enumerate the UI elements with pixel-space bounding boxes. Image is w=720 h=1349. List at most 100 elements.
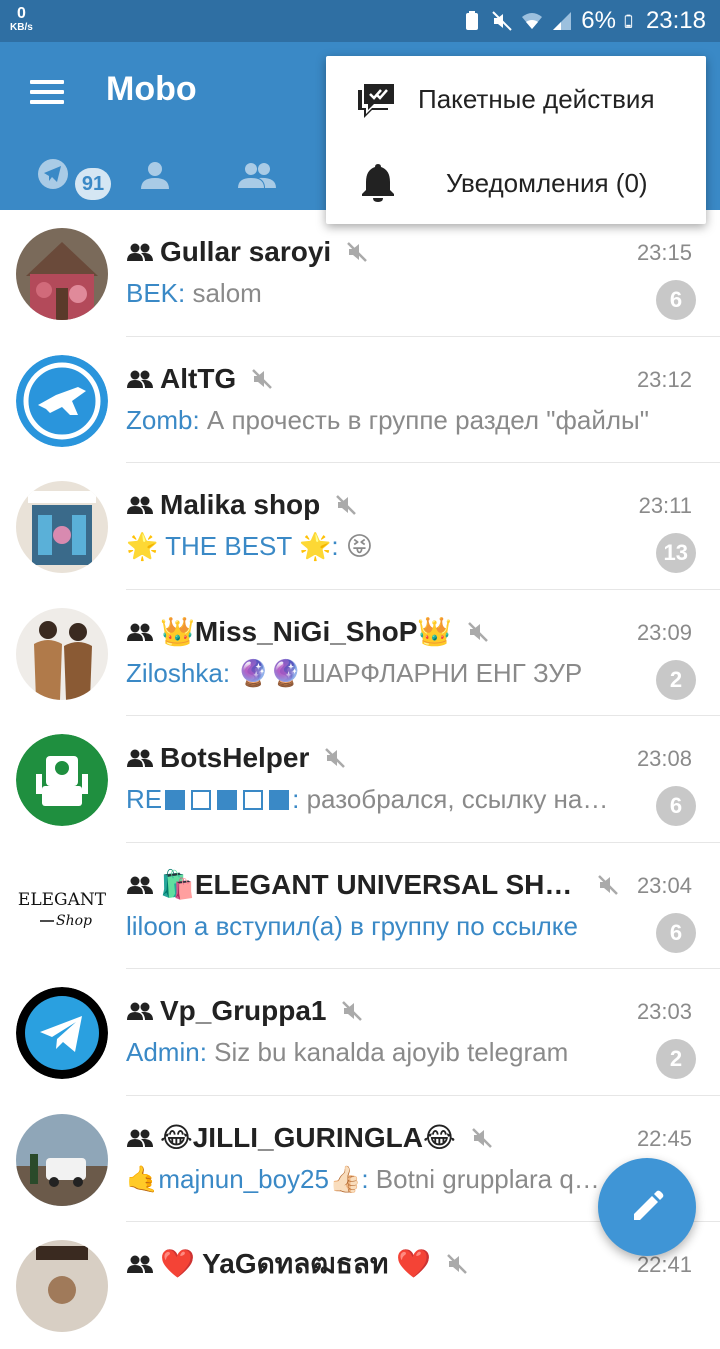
- tab-groups[interactable]: [212, 140, 302, 210]
- avatar: [16, 354, 108, 447]
- mute-icon: [325, 748, 346, 768]
- chat-name: 😂JILLI_GURINGLA😂: [160, 1122, 456, 1153]
- status-bar: 0 KB/s 6% 23:18: [0, 0, 720, 42]
- message-sender: Admin:: [126, 1037, 207, 1067]
- chat-preview: liloon а вступил(а) в группу по ссылке: [126, 911, 620, 949]
- message-text: Botni grupplara qo'shing: [375, 1163, 610, 1194]
- network-speed-value: 0: [16, 5, 26, 22]
- unread-count: 2: [656, 659, 696, 700]
- chat-row[interactable]: ELEGANT Shop 🛍️ELEGANT UNIVERSAL SHOP 23:…: [0, 843, 720, 969]
- chat-row[interactable]: Vp_Gruppa1 23:03 Admin: Siz bu kanalda a…: [0, 969, 720, 1096]
- unread-count: 6: [656, 912, 696, 953]
- chat-preview: RE: разобрался, ссылку нашёл: [126, 784, 620, 822]
- svg-text:Shop: Shop: [56, 913, 92, 929]
- chat-row[interactable]: Malika shop 23:11 🌟 THE BEST 🌟: 😝 13: [0, 463, 720, 590]
- chat-preview: Ziloshka: 🔮🔮ШАРФЛАРНИ ЕНГ ЗУР: [126, 658, 620, 696]
- avatar: [16, 987, 108, 1079]
- mute-icon: [468, 621, 489, 642]
- compose-button[interactable]: [598, 1158, 696, 1256]
- chat-name: BotsHelper: [160, 742, 310, 773]
- wifi-icon: [522, 13, 543, 29]
- mute-icon: [342, 1001, 363, 1021]
- message-sender: BEK:: [126, 278, 186, 308]
- tab-all-badge: 91: [75, 168, 111, 200]
- menu-icon[interactable]: [30, 80, 64, 104]
- chat-name: Gullar saroyi: [160, 236, 332, 267]
- mute-status-icon: [492, 11, 512, 31]
- network-speed: 0 KB/s: [10, 6, 33, 34]
- service-message: liloon а вступил(а) в группу по ссылке: [126, 910, 578, 941]
- menu-item-batch-actions[interactable]: Пакетные действия: [326, 56, 706, 140]
- message-sender: 🤙majnun_boy25👍🏻:: [126, 1163, 369, 1194]
- message-sender: Zomb:: [126, 404, 200, 435]
- chat-bubble-icon: [38, 159, 68, 189]
- chat-row[interactable]: Gullar saroyi 23:15 BEK: salom 6: [0, 210, 720, 337]
- batch-actions-icon: [358, 84, 394, 118]
- app-title: Mobo: [106, 70, 197, 108]
- unread-count: 13: [655, 533, 696, 573]
- mute-icon: [471, 1127, 492, 1148]
- network-speed-unit: KB/s: [10, 22, 33, 33]
- message-text: Siz bu kanalda ajoyib telegram: [206, 1037, 569, 1067]
- group-chat-icon: [127, 623, 153, 641]
- pencil-icon: [634, 1190, 664, 1220]
- chat-preview: BEK: salom: [126, 278, 620, 316]
- message-sender-prefix: RE: [126, 784, 163, 814]
- group-chat-icon: [127, 1002, 153, 1020]
- tab-all-chats[interactable]: 91: [8, 140, 111, 210]
- chat-time: 23:12: [636, 366, 692, 392]
- avatar: ELEGANT Shop: [16, 860, 108, 953]
- avatar: [16, 481, 108, 573]
- unread-count: 6: [656, 280, 696, 320]
- chat-name: AltTG: [160, 362, 237, 394]
- chat-preview: Admin: Siz bu kanalda ajoyib telegram: [126, 1037, 620, 1075]
- chat-time: 23:03: [636, 999, 692, 1024]
- square-glyph-icon: [243, 790, 264, 810]
- group-chat-icon: [127, 1129, 153, 1147]
- chat-preview: 🌟 THE BEST 🌟: 😝: [126, 531, 620, 569]
- menu-item-label: Пакетные действия: [418, 84, 655, 114]
- chat-time: 23:15: [636, 240, 692, 265]
- chat-name: 🛍️ELEGANT UNIVERSAL SHOP: [160, 869, 582, 900]
- square-glyph-icon: [165, 790, 186, 810]
- unread-count: 6: [656, 786, 696, 826]
- group-chat-icon: [127, 370, 153, 388]
- mute-icon: [336, 495, 357, 515]
- group-chat-icon: [127, 876, 153, 894]
- tab-contacts[interactable]: [110, 140, 200, 210]
- battery-percent: 6%: [581, 7, 616, 34]
- group-chat-icon: [127, 243, 153, 261]
- avatar: [16, 1240, 108, 1332]
- group-icon: [238, 163, 276, 188]
- chat-name: Malika shop: [160, 489, 321, 520]
- square-glyph-icon: [269, 790, 290, 810]
- chat-row[interactable]: BotsHelper 23:08 RE: разобрался, ссылку …: [0, 716, 720, 843]
- group-chat-icon: [127, 1255, 153, 1273]
- chat-name: Vp_Gruppa1: [160, 995, 327, 1026]
- group-chat-icon: [127, 749, 153, 767]
- status-icons: 6% 23:18: [461, 6, 706, 36]
- chat-name: ❤️ YaGดทลฒธลท ❤️: [160, 1248, 432, 1279]
- mute-icon: [347, 242, 368, 262]
- unread-count: 2: [656, 1039, 696, 1079]
- message-text: salom: [185, 278, 262, 308]
- chat-row[interactable]: AltTG 23:12 Zomb: А прочесть в группе ра…: [0, 337, 720, 463]
- avatar: [16, 228, 108, 320]
- message-text: А прочесть в группе раздел "файлы": [199, 404, 649, 435]
- message-text: 🔮🔮ШАРФЛАРНИ ЕНГ ЗУР: [230, 657, 583, 688]
- avatar: [16, 734, 108, 826]
- group-chat-icon: [127, 496, 153, 514]
- chat-time: 22:45: [636, 1125, 692, 1151]
- avatar: [16, 607, 108, 700]
- message-text: 😝: [338, 531, 373, 561]
- menu-item-notifications[interactable]: Уведомления (0): [326, 140, 706, 224]
- square-glyph-icon: [191, 790, 212, 810]
- square-glyph-icon: [217, 790, 238, 810]
- menu-item-label: Уведомления (0): [446, 168, 648, 198]
- overflow-menu: Пакетные действия Уведомления (0): [326, 56, 706, 224]
- chat-row[interactable]: 👑Miss_NiGi_ShoP👑 23:09 Ziloshka: 🔮🔮ШАРФЛ…: [0, 590, 720, 716]
- chat-time: 23:11: [638, 493, 692, 518]
- message-sender: Ziloshka:: [126, 657, 231, 688]
- message-sender: 🌟 THE BEST 🌟:: [126, 531, 339, 561]
- chat-time: 23:09: [636, 619, 692, 645]
